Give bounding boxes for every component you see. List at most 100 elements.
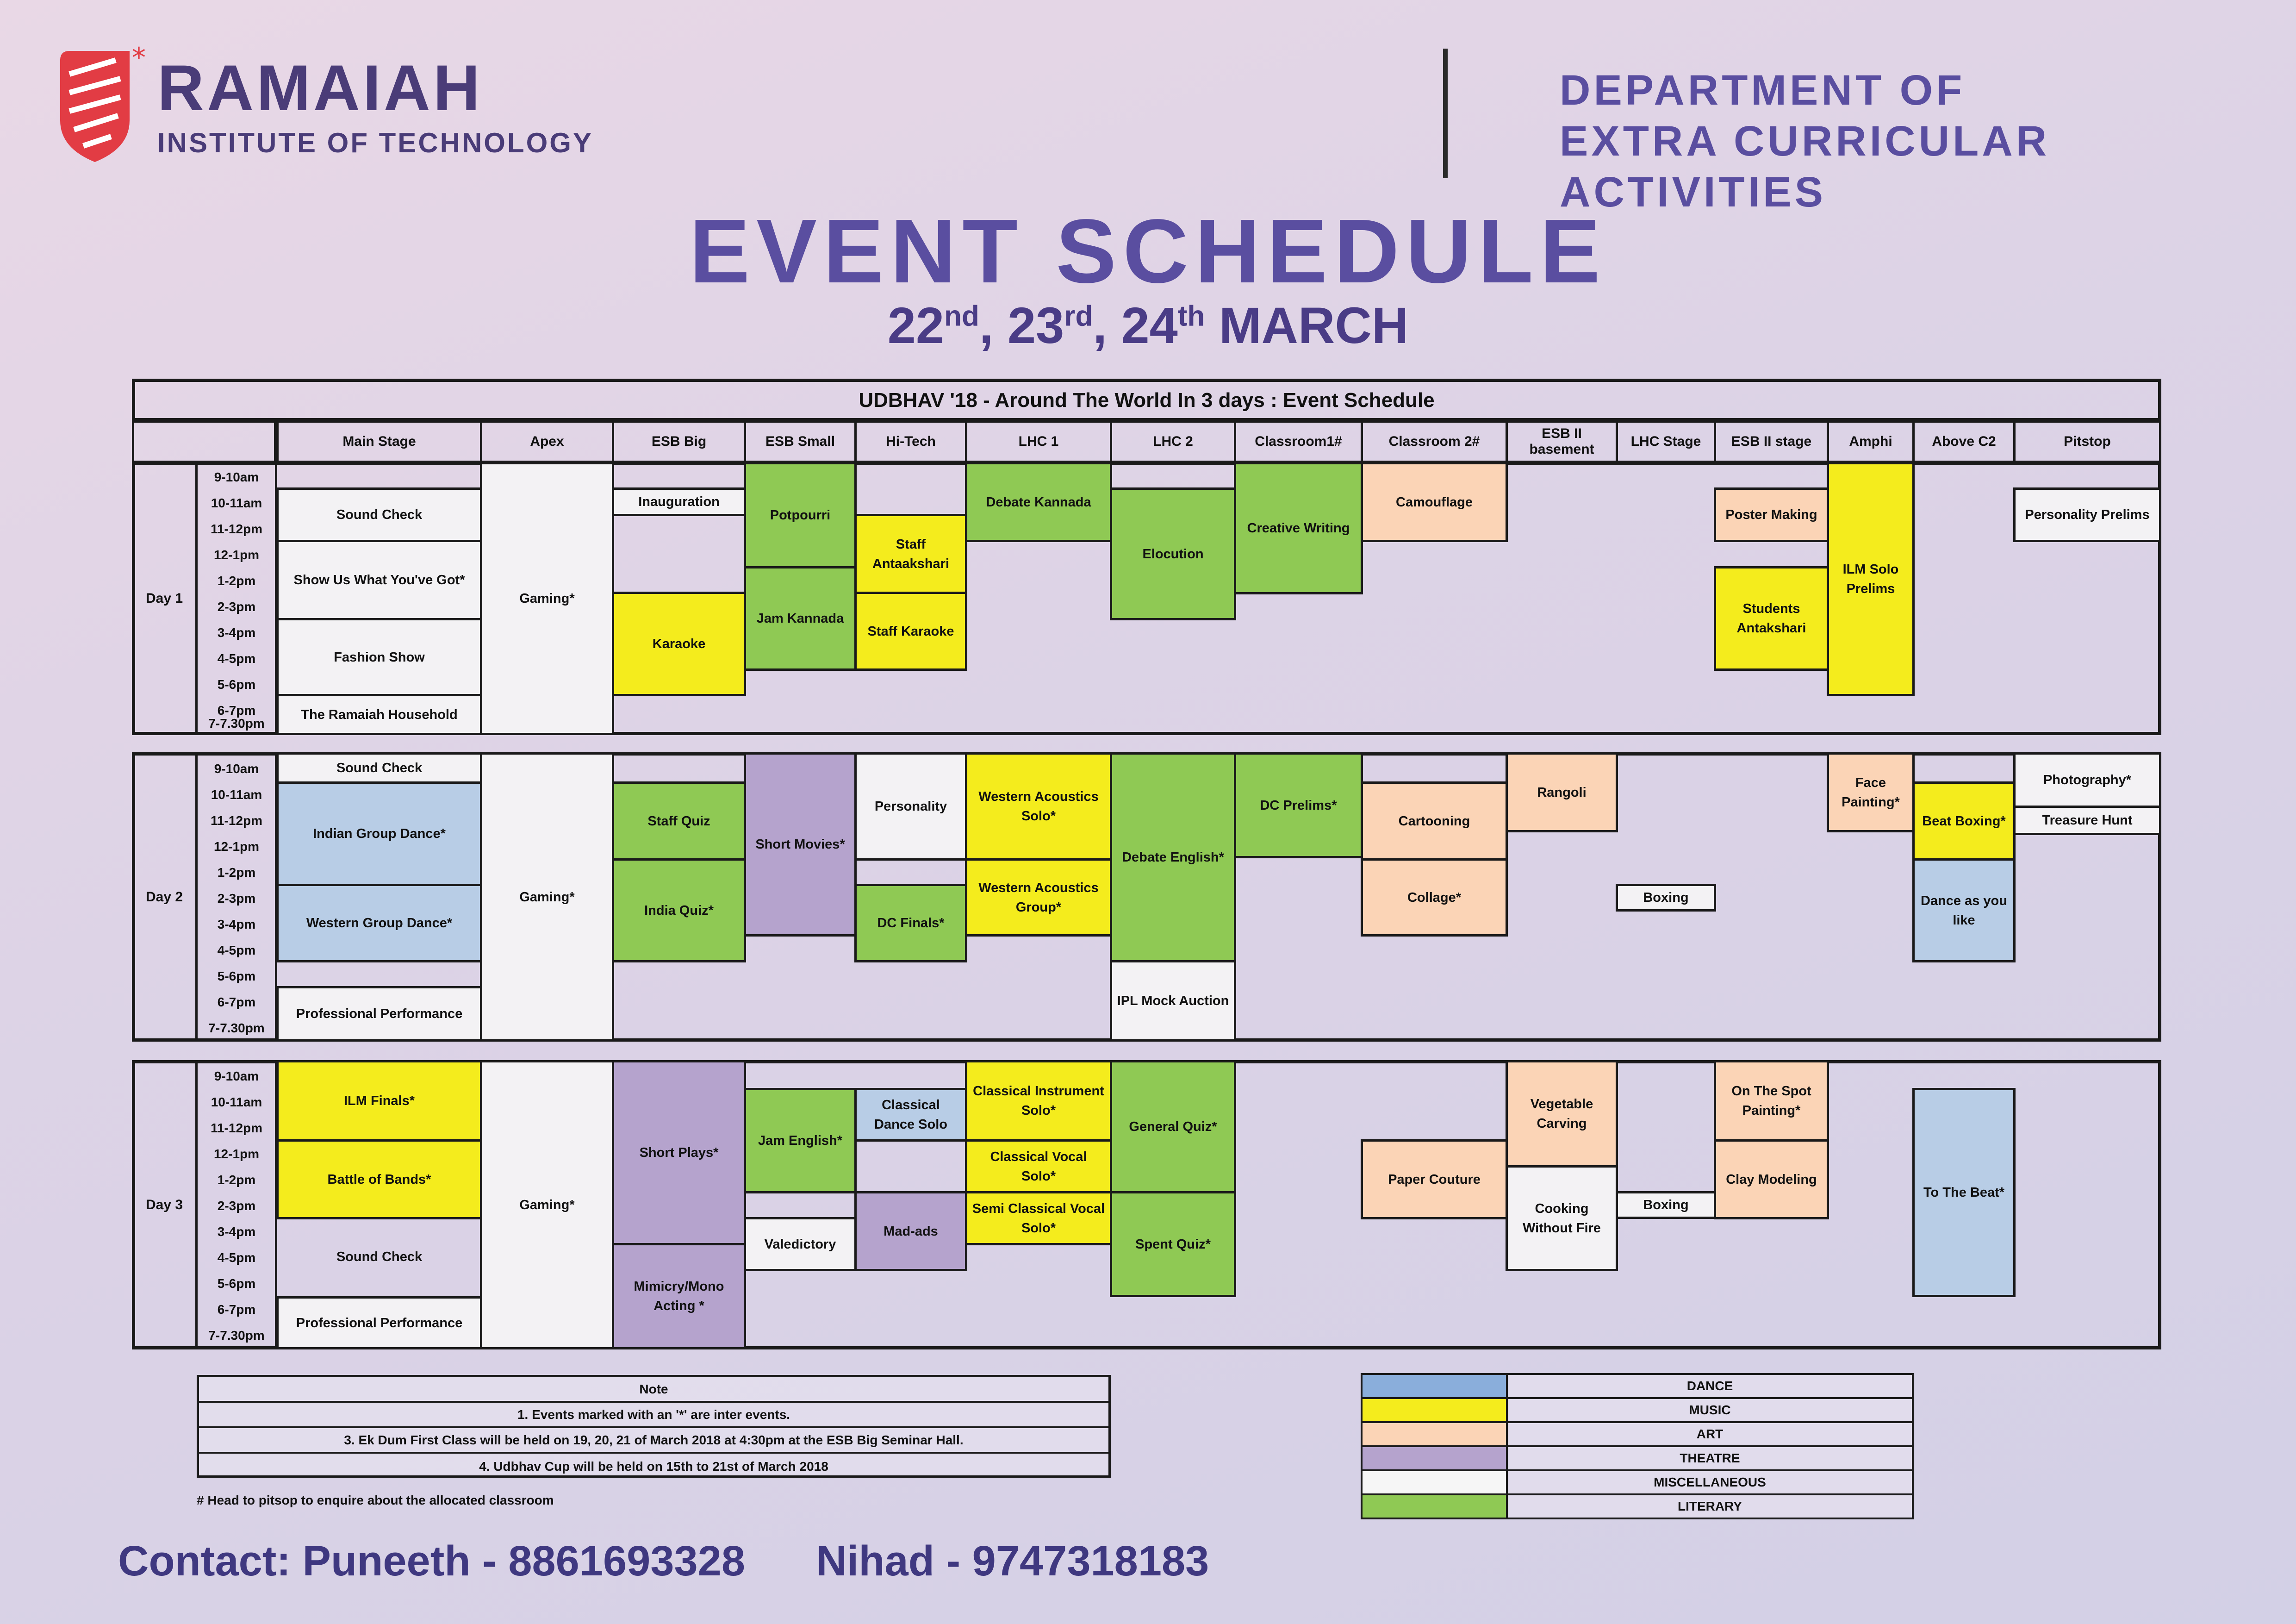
- logo-name: RAMAIAH: [157, 51, 483, 124]
- note-1: 1. Events marked with an '*' are inter e…: [199, 1403, 1108, 1428]
- legend-row-literary: LITERARY: [1361, 1493, 1914, 1519]
- legend-label: ART: [1508, 1423, 1912, 1445]
- legend-row-misc: MISCELLANEOUS: [1361, 1469, 1914, 1495]
- event-cell: Western Group Dance*: [276, 884, 482, 962]
- d3-time: 9-10am: [214, 1069, 259, 1083]
- event-cell: Camouflage: [1361, 462, 1508, 542]
- d1-time: 5-6pm: [217, 677, 256, 692]
- d1-time: 12-1pm: [213, 548, 260, 562]
- event-cell: Boxing: [1616, 884, 1716, 912]
- event-cell: Gaming*: [480, 462, 614, 735]
- d3-time: 6-7pm: [217, 1302, 256, 1317]
- event-cell: To The Beat*: [1912, 1088, 2016, 1297]
- date-3-suffix: th: [1177, 300, 1205, 332]
- date-month: MARCH: [1219, 297, 1409, 354]
- event-cell: Valedictory: [744, 1217, 857, 1271]
- logo-text: RAMAIAH INSTITUTE OF TECHNOLOGY: [157, 56, 593, 159]
- d2-time: 11-12pm: [210, 813, 263, 828]
- page-title: EVENT SCHEDULE: [689, 200, 1607, 302]
- event-cell: Sound Check: [336, 1249, 423, 1264]
- event-cell: Elocution: [1110, 487, 1236, 620]
- d3-time: 12-1pm: [213, 1147, 260, 1161]
- event-cell: Sound Check: [276, 752, 482, 784]
- d2-time: 9-10am: [214, 762, 259, 776]
- col-header-esb-ii-stage: ESB II stage: [1714, 420, 1829, 463]
- event-cell: Paper Couture: [1361, 1139, 1508, 1219]
- event-cell: Western Acoustics Group*: [965, 858, 1112, 937]
- col-header-corner: [132, 420, 276, 463]
- event-cell: Professional Performance: [276, 1296, 482, 1349]
- d1-time: 7-7.30pm: [208, 716, 265, 731]
- event-cell: Professional Performance: [276, 986, 482, 1042]
- event-cell: Staff Antaakshari: [854, 514, 967, 594]
- d2-time: 1-2pm: [217, 865, 256, 880]
- color-legend: DANCE MUSIC ART THEATRE MISCELLANEOUS LI…: [1361, 1373, 1914, 1519]
- d1-time: 10-11am: [211, 496, 262, 510]
- date-1-suffix: nd: [944, 300, 979, 332]
- legend-label: DANCE: [1508, 1375, 1912, 1397]
- note-4: 4. Udbhav Cup will be held on 15th to 21…: [479, 1459, 828, 1474]
- col-header-lhc-2: LHC 2: [1110, 420, 1236, 463]
- legend-label: LITERARY: [1508, 1495, 1912, 1518]
- d3-time: 4-5pm: [217, 1250, 256, 1265]
- event-dates: 22nd, 23rd, 24th MARCH: [887, 297, 1409, 354]
- legend-row-theatre: THEATRE: [1361, 1445, 1914, 1471]
- event-cell: Cartooning: [1361, 781, 1508, 861]
- event-cell: Classical Dance Solo: [854, 1088, 967, 1142]
- day-2-label: Day 2: [145, 889, 183, 905]
- event-cell: Spent Quiz*: [1110, 1191, 1236, 1297]
- department-name: DEPARTMENT OF EXTRA CURRICULAR ACTIVITIE…: [1560, 65, 2296, 218]
- event-cell: Boxing: [1616, 1191, 1716, 1219]
- event-cell: ILM Finals*: [276, 1060, 482, 1142]
- date-2: 23: [1007, 297, 1064, 354]
- event-cell: Personality: [854, 752, 967, 861]
- d3-time: 1-2pm: [217, 1173, 256, 1187]
- d1-time: 4-5pm: [217, 651, 256, 666]
- col-header-amphi: Amphi: [1827, 420, 1915, 463]
- event-cell: Beat Boxing*: [1912, 781, 2016, 861]
- event-cell: Classical Vocal Solo*: [965, 1139, 1112, 1193]
- date-2-suffix: rd: [1064, 300, 1093, 332]
- event-cell: India Quiz*: [612, 858, 746, 962]
- event-cell: Gaming*: [480, 752, 614, 1042]
- legend-row-dance: DANCE: [1361, 1373, 1914, 1399]
- event-cell: The Ramaiah Household: [276, 694, 482, 735]
- col-header-apex: Apex: [480, 420, 614, 463]
- event-cell: Dance as you like: [1912, 858, 2016, 962]
- event-cell: DC Prelims*: [1234, 752, 1363, 858]
- legend-swatch: [1363, 1423, 1508, 1445]
- event-cell: Gaming*: [480, 1060, 614, 1349]
- d2-time: 5-6pm: [217, 969, 256, 983]
- day-1-label: Day 1: [145, 591, 183, 606]
- event-cell: Potpourri: [744, 462, 857, 568]
- d3-time: 2-3pm: [217, 1199, 256, 1213]
- event-cell: Jam Kannada: [744, 566, 857, 671]
- legend-swatch: [1363, 1447, 1508, 1469]
- legend-label: THEATRE: [1508, 1447, 1912, 1469]
- logo-subtitle: INSTITUTE OF TECHNOLOGY: [157, 127, 593, 158]
- event-cell: Short Plays*: [612, 1060, 746, 1245]
- event-cell: Short Movies*: [744, 752, 857, 937]
- event-cell: Inauguration: [612, 487, 746, 516]
- event-cell: Show Us What You've Got*: [276, 540, 482, 620]
- legend-label: MUSIC: [1508, 1399, 1912, 1421]
- date-3: 24: [1121, 297, 1178, 354]
- header-divider: [1443, 49, 1448, 178]
- event-cell: IPL Mock Auction: [1110, 960, 1236, 1042]
- event-cell: Semi Classical Vocal Solo*: [965, 1191, 1112, 1245]
- col-header-lhc-1: LHC 1: [965, 420, 1112, 463]
- legend-swatch: [1363, 1495, 1508, 1518]
- d2-time: 6-7pm: [217, 995, 256, 1009]
- event-cell: Vegetable Carving: [1506, 1060, 1618, 1168]
- schedule-title: UDBHAV '18 - Around The World In 3 days …: [132, 379, 2161, 421]
- event-cell: Classical Instrument Solo*: [965, 1060, 1112, 1142]
- event-cell: Debate English*: [1110, 752, 1236, 962]
- event-cell: Students Antakshari: [1714, 566, 1829, 671]
- event-cell: Photography*: [2013, 752, 2161, 808]
- dept-line-1: DEPARTMENT OF: [1560, 67, 1966, 114]
- event-cell: General Quiz*: [1110, 1060, 1236, 1193]
- d2-time: 12-1pm: [213, 839, 260, 854]
- d2-time: 2-3pm: [217, 891, 256, 906]
- d2-time: 4-5pm: [217, 943, 256, 957]
- event-cell: Debate Kannada: [965, 462, 1112, 542]
